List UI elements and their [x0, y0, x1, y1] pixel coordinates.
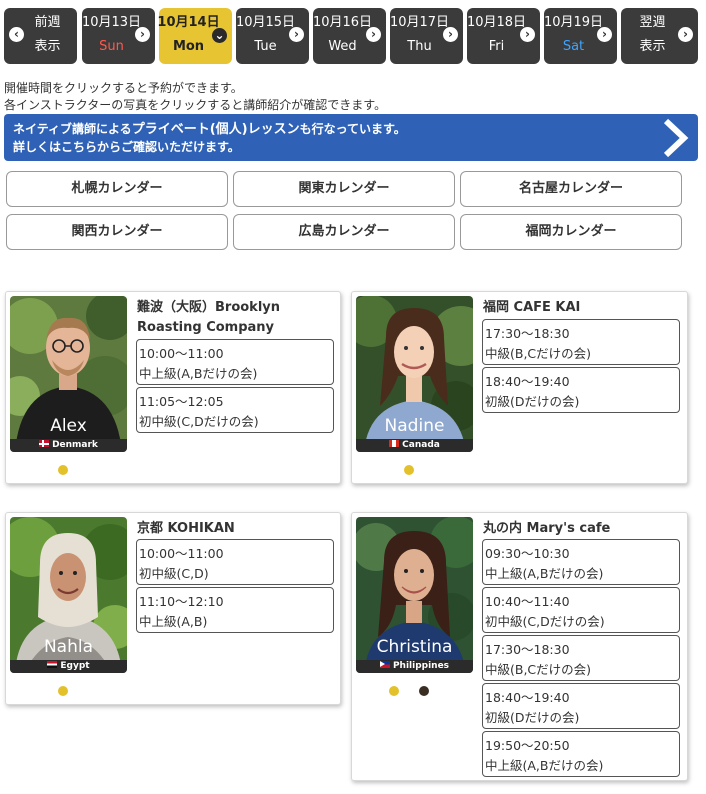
instructions-text: 開催時間をクリックすると予約ができます。 各インストラクターの写真をクリックする…	[4, 81, 387, 112]
region-kansai-button[interactable]: 関西カレンダー	[6, 214, 228, 250]
country-label: Philippines	[356, 660, 473, 673]
instructor-photo[interactable]: Christina Philippines	[356, 517, 473, 673]
venue-name: 福岡 CAFE KAI	[483, 300, 581, 315]
region-fukuoka-button[interactable]: 福岡カレンダー	[460, 214, 682, 250]
time-slot-button[interactable]: 19:50〜20:50 中上級(A,Bだけの会)	[482, 731, 680, 777]
time-slot-button[interactable]: 17:30〜18:30 中級(B,Cだけの会)	[482, 319, 680, 365]
instructor-card-alex: Alex Denmark 難波（大阪）Brooklyn Roasting Com…	[5, 291, 341, 484]
carousel-dot[interactable]	[58, 686, 68, 696]
canada-flag-icon	[389, 440, 400, 447]
time-slot-button[interactable]: 18:40〜19:40 初級(Dだけの会)	[482, 683, 680, 729]
egypt-flag-icon	[47, 661, 58, 668]
venue-name: 京都 KOHIKAN	[137, 521, 235, 536]
region-hiroshima-button[interactable]: 広島カレンダー	[233, 214, 455, 250]
carousel-dot-active[interactable]	[419, 686, 429, 696]
venue-name: 難波（大阪）Brooklyn Roasting Company	[137, 300, 281, 335]
instructor-photo[interactable]: Nadine Canada	[356, 296, 473, 452]
next-week-button[interactable]: 翌週 表示 ›	[621, 8, 698, 64]
country-label: Canada	[356, 439, 473, 452]
time-slot-button[interactable]: 11:05〜12:05 初中級(C,Dだけの会)	[136, 387, 334, 433]
carousel-dot[interactable]	[404, 465, 414, 475]
instructor-name: Nadine	[384, 416, 445, 436]
time-slot-button[interactable]: 10:00〜11:00 中上級(A,Bだけの会)	[136, 339, 334, 385]
instructor-card-nahla: Nahla Egypt 京都 KOHIKAN 10:00〜11:00 初中級(C…	[5, 512, 341, 705]
instructor-photo[interactable]: Nahla Egypt	[10, 517, 127, 673]
chevron-right-icon: ›	[678, 27, 693, 42]
country-label: Denmark	[10, 439, 127, 452]
instructor-card-christina: Christina Philippines 丸の内 Mary's cafe 09…	[351, 512, 688, 781]
carousel-dot[interactable]	[389, 686, 399, 696]
philippines-flag-icon	[379, 661, 390, 668]
time-slot-button[interactable]: 11:10〜12:10 中上級(A,B)	[136, 587, 334, 633]
carousel-dot[interactable]	[58, 465, 68, 475]
venue-name: 丸の内 Mary's cafe	[483, 521, 611, 536]
denmark-flag-icon	[39, 440, 50, 447]
time-slot-button[interactable]: 10:40〜11:40 初中級(C,Dだけの会)	[482, 587, 680, 633]
prev-week-button[interactable]: ‹ 前週 表示	[4, 8, 77, 64]
time-slot-button[interactable]: 09:30〜10:30 中上級(A,Bだけの会)	[482, 539, 680, 585]
instructor-card-nadine: Nadine Canada 福岡 CAFE KAI 17:30〜18:30 中級…	[351, 291, 688, 484]
instructor-name: Christina	[376, 637, 453, 657]
time-slot-button[interactable]: 17:30〜18:30 中級(B,Cだけの会)	[482, 635, 680, 681]
instructor-photo[interactable]: Alex Denmark	[10, 296, 127, 452]
time-slot-button[interactable]: 18:40〜19:40 初級(Dだけの会)	[482, 367, 680, 413]
chevron-right-icon	[663, 118, 689, 158]
country-label: Egypt	[10, 660, 127, 673]
private-lesson-banner[interactable]: ネイティブ講師によるプライベート(個人)レッスンも行なっています。 詳しくはこち…	[4, 114, 698, 161]
region-kanto-button[interactable]: 関東カレンダー	[233, 171, 455, 207]
region-nagoya-button[interactable]: 名古屋カレンダー	[460, 171, 682, 207]
instructor-name: Alex	[50, 416, 87, 436]
time-slot-button[interactable]: 10:00〜11:00 初中級(C,D)	[136, 539, 334, 585]
region-sapporo-button[interactable]: 札幌カレンダー	[6, 171, 228, 207]
instructor-name: Nahla	[43, 637, 94, 657]
date-navigation-bar: ‹ 前週 表示 10月13日 Sun › 10月14日 Mon ⌄ 10月15日…	[4, 8, 698, 66]
